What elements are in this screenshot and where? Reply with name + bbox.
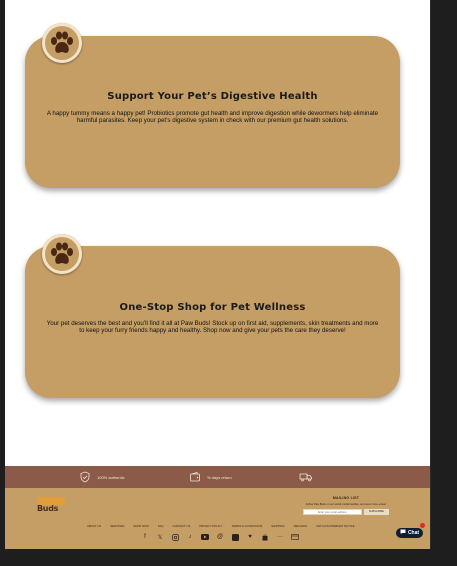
more-icon[interactable]: ··· — [276, 533, 284, 541]
heart-icon[interactable]: ♥ — [246, 533, 254, 541]
card-body: A happy tummy means a happy pet! Probiot… — [46, 110, 379, 125]
trust-label: % days return — [207, 474, 232, 480]
mailing-list: MAILING LIST Follow Paw Buds on our soci… — [303, 496, 389, 515]
tiktok-icon[interactable]: ♪ — [186, 533, 194, 541]
brand-logo[interactable]: Buds — [35, 497, 67, 515]
social-icons: f 𝕏 ♪ @ ♥ ··· — [141, 533, 299, 541]
paw-icon — [42, 234, 82, 274]
instagram-icon[interactable] — [171, 533, 179, 541]
footer-links: ABOUT US SERVICES SHOP NOW FAQ CONTACT U… — [87, 524, 355, 528]
x-icon[interactable]: 𝕏 — [156, 533, 164, 541]
trust-item-returns: % days return — [189, 466, 232, 488]
footer-link-anti-counterfeit[interactable]: ANTI-COUNTERFEIT NOTICE — [316, 524, 354, 528]
shop-app-icon[interactable] — [231, 533, 239, 541]
threads-icon[interactable]: @ — [216, 533, 224, 541]
trust-label: 100% authentic — [97, 474, 125, 480]
scrollbar-track[interactable] — [430, 0, 431, 549]
wallet-icon — [189, 471, 201, 484]
youtube-icon[interactable] — [201, 533, 209, 541]
pet-wellness-card: One-Stop Shop for Pet Wellness Your pet … — [25, 246, 400, 398]
footer-link-services[interactable]: SERVICES — [110, 524, 124, 528]
footer-link-shipping[interactable]: SHIPPING — [271, 524, 284, 528]
chat-bubble-icon — [400, 529, 406, 537]
email-field[interactable]: Enter your email address — [303, 509, 362, 515]
card-title: Support Your Pet’s Digestive Health — [107, 91, 318, 102]
page: Support Your Pet’s Digestive Health A ha… — [5, 0, 430, 549]
footer: Buds MAILING LIST Follow Paw Buds on our… — [5, 488, 430, 549]
footer-link-refunds[interactable]: REFUNDS — [294, 524, 308, 528]
bag-icon[interactable] — [261, 533, 269, 541]
paw-icon — [42, 23, 82, 63]
trust-item-delivery — [299, 466, 319, 488]
window-right-edge — [430, 0, 457, 566]
footer-link-terms[interactable]: TERMS & CONDITIONS — [231, 524, 262, 528]
chat-button[interactable]: Chat — [396, 528, 423, 538]
logo-text: Buds — [37, 504, 59, 513]
shield-check-icon — [79, 471, 91, 484]
card-title: One-Stop Shop for Pet Wellness — [119, 302, 306, 313]
footer-link-contact[interactable]: CONTACT US — [172, 524, 190, 528]
trust-bar: 100% authentic % days return — [5, 466, 430, 488]
mailing-list-title: MAILING LIST — [332, 496, 360, 500]
footer-link-shop-now[interactable]: SHOP NOW — [133, 524, 149, 528]
facebook-icon[interactable]: f — [141, 533, 149, 541]
delivery-truck-icon — [299, 471, 313, 484]
footer-link-privacy[interactable]: PRIVACY POLICY — [199, 524, 222, 528]
subscribe-button[interactable]: SUBSCRIBE — [363, 509, 389, 515]
trust-item-authentic: 100% authentic — [79, 466, 125, 488]
card-icon[interactable] — [291, 533, 299, 541]
chat-label: Chat — [407, 530, 420, 536]
card-body: Your pet deserves the best and you’ll fi… — [46, 320, 379, 335]
footer-link-about[interactable]: ABOUT US — [87, 524, 101, 528]
notification-badge — [420, 523, 425, 528]
footer-link-faq[interactable]: FAQ — [158, 524, 164, 528]
digestive-health-card: Support Your Pet’s Digestive Health A ha… — [25, 36, 400, 188]
mailing-list-description: Follow Paw Buds on our social media hand… — [305, 503, 387, 506]
mailing-list-form: Enter your email address SUBSCRIBE — [303, 509, 389, 515]
